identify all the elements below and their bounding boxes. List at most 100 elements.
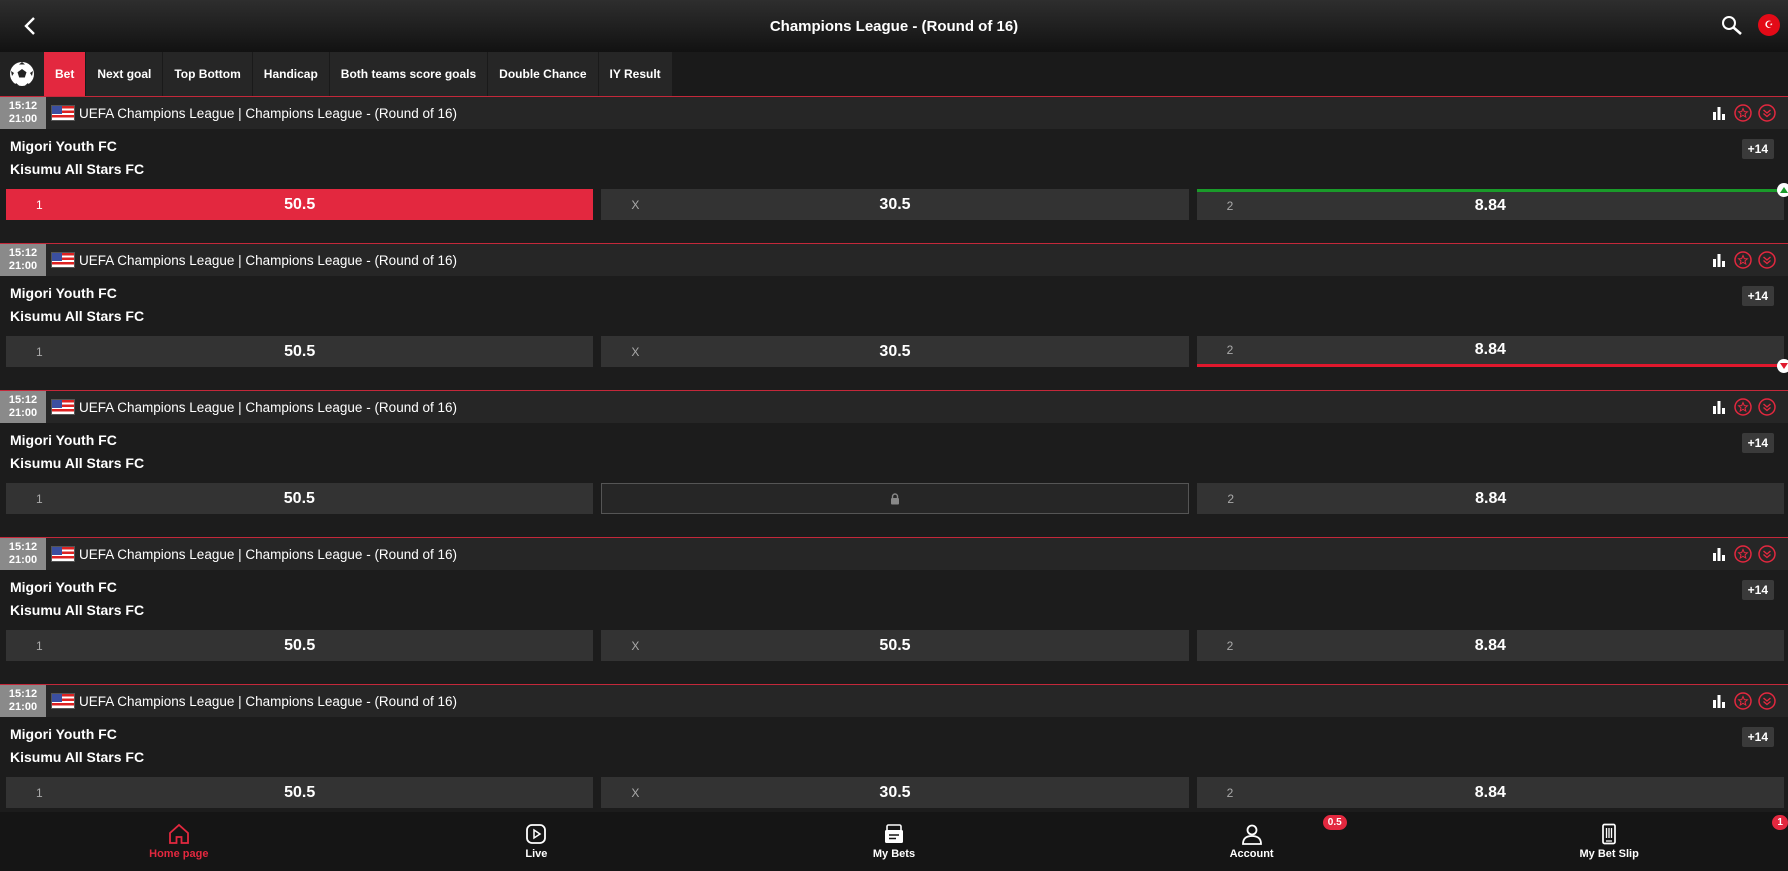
nav-my-bets[interactable]: My Bets — [715, 812, 1073, 871]
nav-account[interactable]: Account 0.5 — [1073, 812, 1431, 871]
home-team: Migori Youth FC — [10, 579, 117, 595]
stats-button[interactable] — [1710, 545, 1728, 563]
tab-bet[interactable]: Bet — [44, 52, 87, 96]
double-chevron-down-icon — [1758, 692, 1776, 710]
odd-button-away[interactable]: 2 8.84 — [1196, 183, 1788, 220]
country-flag-icon — [51, 399, 75, 415]
user-icon — [1241, 824, 1262, 845]
stats-button[interactable] — [1710, 104, 1728, 122]
search-button[interactable] — [1720, 14, 1744, 38]
event-card: 15:12 21:00 UEFA Champions League | Champ… — [0, 243, 1788, 390]
teams: Migori Youth FC Kisumu All Stars FC — [10, 723, 144, 769]
teams: Migori Youth FC Kisumu All Stars FC — [10, 282, 144, 328]
page-title: Champions League - (Round of 16) — [769, 17, 1019, 35]
more-markets-button[interactable]: +14 — [1741, 286, 1774, 306]
odd-button-away[interactable]: 2 8.84 — [1196, 336, 1788, 373]
event-card: 15:12 21:00 UEFA Champions League | Champ… — [0, 537, 1788, 684]
event-card: 15:12 21:00 UEFA Champions League | Champ… — [0, 96, 1788, 243]
more-markets-button[interactable]: +14 — [1741, 727, 1774, 747]
odds-down-icon — [1776, 359, 1788, 373]
bet-slip-icon — [1602, 823, 1617, 845]
odd-button-draw[interactable]: X 30.5 — [601, 336, 1189, 367]
odd-button-home[interactable]: 1 50.5 — [6, 630, 594, 661]
expand-button[interactable] — [1758, 545, 1776, 563]
league-name: UEFA Champions League | Champions League… — [79, 252, 457, 268]
odds-up-icon — [1776, 183, 1788, 197]
lock-icon — [891, 492, 899, 504]
more-markets-button[interactable]: +14 — [1741, 580, 1774, 600]
odd-button-home[interactable]: 1 50.5 — [6, 483, 593, 514]
odd-button-home[interactable]: 1 50.5 — [6, 189, 594, 220]
odds-row: 1 50.5 X 30.5 2 8.84 — [6, 183, 1788, 220]
event-time: 15:12 21:00 — [0, 97, 46, 129]
bar-chart-icon — [1713, 548, 1725, 561]
away-team: Kisumu All Stars FC — [10, 308, 145, 324]
expand-button[interactable] — [1758, 104, 1776, 122]
tab-both-teams-score[interactable]: Both teams score goals — [329, 52, 489, 96]
event-time: 15:12 21:00 — [0, 685, 46, 717]
tab-handicap[interactable]: Handicap — [252, 52, 330, 96]
bar-chart-icon — [1713, 401, 1725, 414]
league-name: UEFA Champions League | Champions League… — [79, 399, 457, 415]
event-time: 15:12 21:00 — [0, 538, 46, 570]
stats-button[interactable] — [1710, 398, 1728, 416]
event-card: 15:12 21:00 UEFA Champions League | Champ… — [0, 390, 1788, 537]
stats-button[interactable] — [1710, 251, 1728, 269]
nav-home[interactable]: Home page — [0, 812, 358, 871]
bar-chart-icon — [1713, 254, 1725, 267]
bet-slip-count-badge: 1 — [1772, 815, 1788, 830]
expand-button[interactable] — [1758, 398, 1776, 416]
expand-button[interactable] — [1758, 251, 1776, 269]
odd-button-home[interactable]: 1 50.5 — [6, 336, 594, 367]
event-time: 15:12 21:00 — [0, 391, 46, 423]
stats-button[interactable] — [1710, 692, 1728, 710]
nav-bet-slip[interactable]: My Bet Slip 1 — [1430, 812, 1788, 871]
favorite-button[interactable] — [1734, 104, 1752, 122]
odds-row: 1 50.5 X 30.5 2 8.84 — [6, 336, 1788, 373]
sport-selector[interactable] — [0, 52, 44, 96]
home-team: Migori Youth FC — [10, 726, 117, 742]
double-chevron-down-icon — [1758, 251, 1776, 269]
expand-button[interactable] — [1758, 692, 1776, 710]
odd-button-away[interactable]: 2 8.84 — [1196, 630, 1784, 661]
country-flag-icon — [51, 546, 75, 562]
odd-button-home[interactable]: 1 50.5 — [6, 777, 594, 808]
more-markets-button[interactable]: +14 — [1741, 433, 1774, 453]
event-header: 15:12 21:00 UEFA Champions League | Champ… — [0, 97, 1788, 129]
play-icon — [526, 824, 547, 844]
odds-row: 1 50.5 X 50.5 2 8.84 — [6, 630, 1784, 661]
favorite-button[interactable] — [1734, 692, 1752, 710]
favorite-button[interactable] — [1734, 251, 1752, 269]
odd-button-draw-locked — [600, 483, 1190, 514]
odd-button-draw[interactable]: X 30.5 — [601, 777, 1189, 808]
back-button[interactable] — [16, 12, 44, 40]
home-team: Migori Youth FC — [10, 432, 117, 448]
league-name: UEFA Champions League | Champions League… — [79, 546, 457, 562]
favorite-button[interactable] — [1734, 545, 1752, 563]
odd-button-draw[interactable]: X 30.5 — [601, 189, 1189, 220]
odd-button-away[interactable]: 2 8.84 — [1196, 777, 1784, 808]
event-header: 15:12 21:00 UEFA Champions League | Champ… — [0, 538, 1788, 570]
odd-button-away[interactable]: 2 8.84 — [1197, 483, 1785, 514]
balance-badge: 0.5 — [1322, 815, 1347, 830]
chevron-left-icon — [24, 17, 35, 35]
event-header: 15:12 21:00 UEFA Champions League | Champ… — [0, 685, 1788, 717]
nav-live[interactable]: Live — [358, 812, 716, 871]
star-icon — [1734, 104, 1752, 122]
double-chevron-down-icon — [1758, 104, 1776, 122]
tickets-icon — [884, 824, 903, 843]
favorite-button[interactable] — [1734, 398, 1752, 416]
league-name: UEFA Champions League | Champions League… — [79, 105, 457, 121]
tab-top-bottom[interactable]: Top Bottom — [163, 52, 253, 96]
odd-button-draw[interactable]: X 50.5 — [601, 630, 1189, 661]
tab-iy-result[interactable]: IY Result — [598, 52, 673, 96]
market-tabs: Bet Next goal Top Bottom Handicap Both t… — [0, 52, 1788, 96]
event-time: 15:12 21:00 — [0, 244, 46, 276]
star-icon — [1734, 545, 1752, 563]
more-markets-button[interactable]: +14 — [1741, 139, 1774, 159]
away-team: Kisumu All Stars FC — [10, 749, 145, 765]
language-flag-button[interactable]: ☪ — [1758, 14, 1780, 36]
tab-next-goal[interactable]: Next goal — [86, 52, 164, 96]
tab-double-chance[interactable]: Double Chance — [488, 52, 599, 96]
away-team: Kisumu All Stars FC — [10, 455, 145, 471]
